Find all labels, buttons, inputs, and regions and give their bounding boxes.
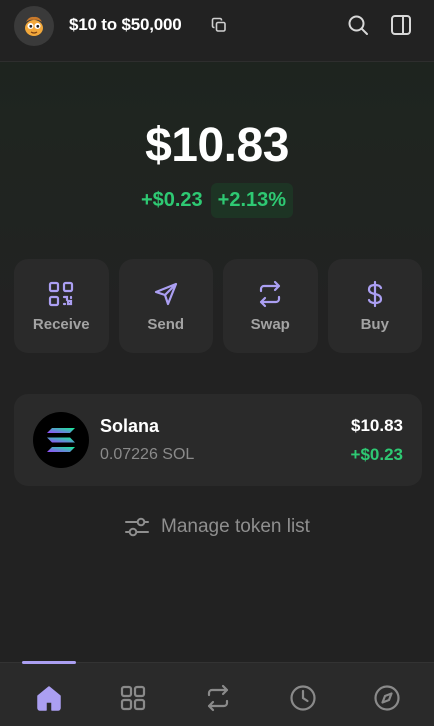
nav-explore[interactable]	[372, 683, 402, 713]
nav-activity[interactable]	[288, 683, 318, 713]
receive-label: Receive	[32, 316, 90, 333]
token-balance: 0.07226 SOL	[100, 446, 195, 463]
portfolio-change: +$0.23 +2.13%	[0, 183, 434, 218]
swap-label: Swap	[250, 316, 290, 333]
change-percent-badge: +2.13%	[210, 183, 294, 218]
wallet-app: $10 to $50,000 $10.83 +$0.23 +2.13% Rece…	[0, 0, 434, 726]
home-icon	[37, 686, 61, 711]
swap-icon	[207, 684, 229, 712]
bottom-nav	[0, 661, 434, 726]
token-name: Solana	[100, 416, 160, 436]
account-avatar[interactable]	[14, 6, 54, 46]
ghost-mascot-icon	[25, 16, 43, 36]
nav-active-indicator	[22, 661, 76, 664]
send-arrow-icon	[154, 282, 177, 306]
copy-icon[interactable]	[211, 17, 227, 33]
qr-code-icon	[49, 281, 74, 307]
swap-button[interactable]: Swap	[223, 259, 318, 353]
nav-home[interactable]	[34, 683, 64, 713]
receive-button[interactable]: Receive	[14, 259, 109, 353]
compass-icon	[374, 685, 400, 711]
token-row-solana[interactable]: Solana 0.07226 SOL $10.83 +$0.23	[14, 394, 422, 486]
sidebar-panel-icon[interactable]	[390, 14, 412, 36]
change-amount: +$0.23	[140, 189, 203, 211]
portfolio-balance: $10.83	[145, 119, 289, 172]
solana-logo-icon	[33, 412, 89, 468]
buy-label: Buy	[360, 316, 389, 333]
nav-swap[interactable]	[203, 683, 233, 713]
nav-collectibles[interactable]	[118, 683, 148, 713]
send-label: Send	[147, 316, 185, 333]
buy-button[interactable]: Buy	[327, 259, 422, 353]
manage-token-list-button[interactable]: Manage token list	[0, 514, 434, 540]
grid-icon	[120, 685, 146, 711]
dollar-icon	[367, 280, 382, 308]
clock-icon	[290, 685, 316, 711]
token-value: $10.83	[351, 416, 403, 435]
account-name[interactable]: $10 to $50,000	[69, 15, 182, 35]
action-bar: Receive Send Swap Buy	[14, 259, 422, 353]
send-button[interactable]: Send	[118, 259, 213, 353]
manage-token-list-label: Manage token list	[161, 516, 310, 537]
sliders-icon	[125, 517, 150, 537]
search-icon[interactable]	[347, 14, 369, 36]
swap-arrows-icon	[260, 280, 281, 308]
header: $10 to $50,000	[0, 0, 434, 62]
token-change: +$0.23	[350, 445, 403, 464]
